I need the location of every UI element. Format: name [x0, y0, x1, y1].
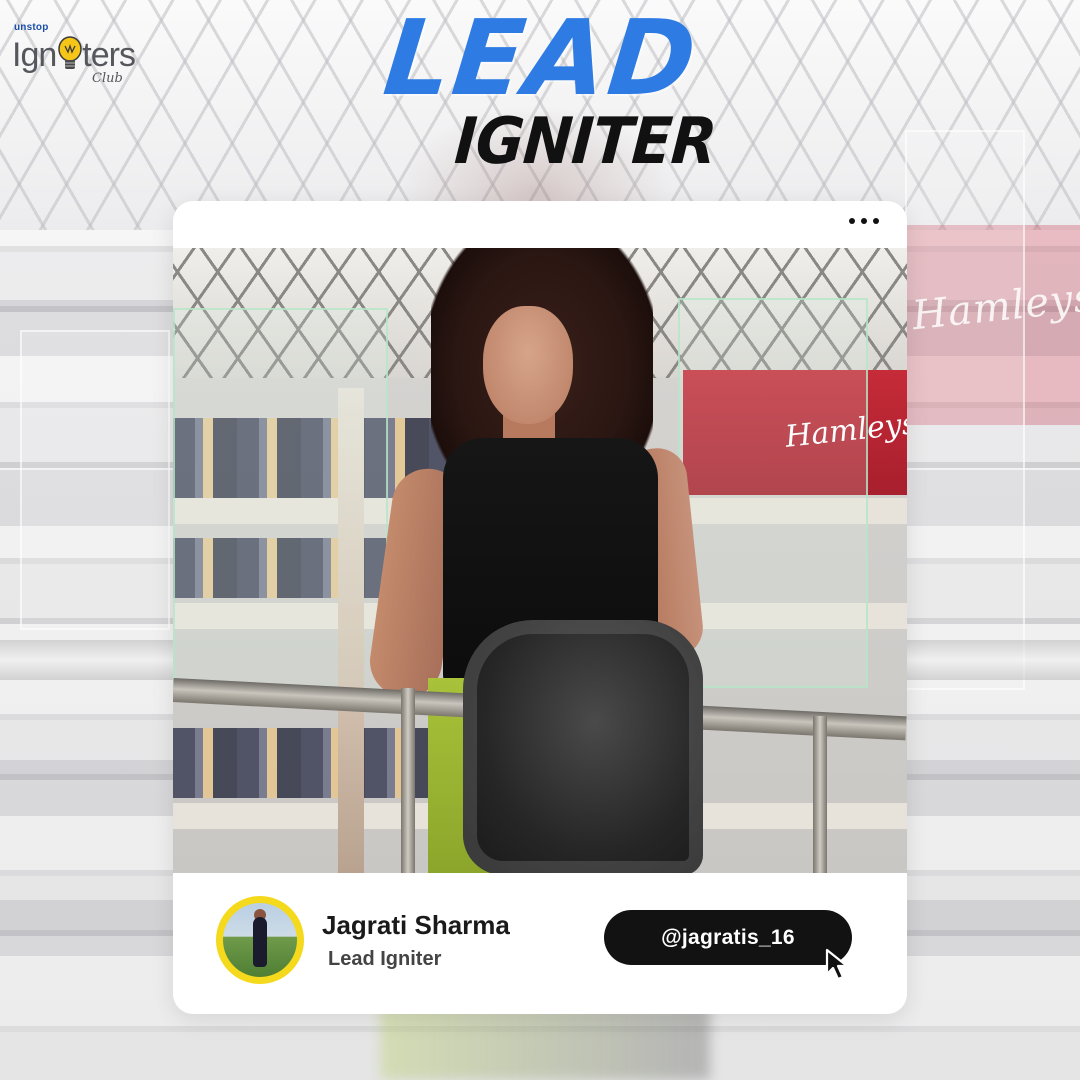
background-glass-panel: [20, 330, 170, 630]
background-glass-panel: [905, 130, 1025, 690]
profile-name: Jagrati Sharma: [322, 910, 510, 940]
photo-glass-panel: [173, 308, 388, 698]
photo-glass-panel: [678, 298, 868, 688]
mouse-pointer-icon: [825, 948, 849, 981]
photo-person-jacket: [463, 620, 703, 873]
photo-railing-post: [813, 716, 827, 873]
lightbulb-icon: [58, 36, 82, 69]
headline-lead: LEAD: [378, 0, 704, 119]
profile-role: Lead Igniter: [328, 948, 442, 970]
photo-person-face: [483, 306, 573, 424]
post-photo: Hamleys: [173, 248, 907, 873]
headline-igniter: IGNITER: [452, 105, 719, 179]
logo-club-label: Club: [92, 71, 123, 86]
logo-brand-small: unstop: [14, 22, 49, 33]
photo-railing-post: [401, 688, 415, 873]
avatar[interactable]: [216, 896, 304, 984]
more-horizontal-icon[interactable]: [849, 217, 879, 225]
background-ghost-skirt: [380, 1005, 710, 1080]
instagram-handle-button[interactable]: @jagratis_16: [604, 910, 852, 965]
post-card: Hamleys Jagrati Sharma Lead Igniter @jag…: [173, 201, 907, 1014]
logo-wordmark-pre: Ign: [12, 36, 57, 74]
igniters-club-logo: unstop Ign ters Club: [12, 16, 152, 86]
logo-wordmark-post: ters: [82, 36, 136, 74]
